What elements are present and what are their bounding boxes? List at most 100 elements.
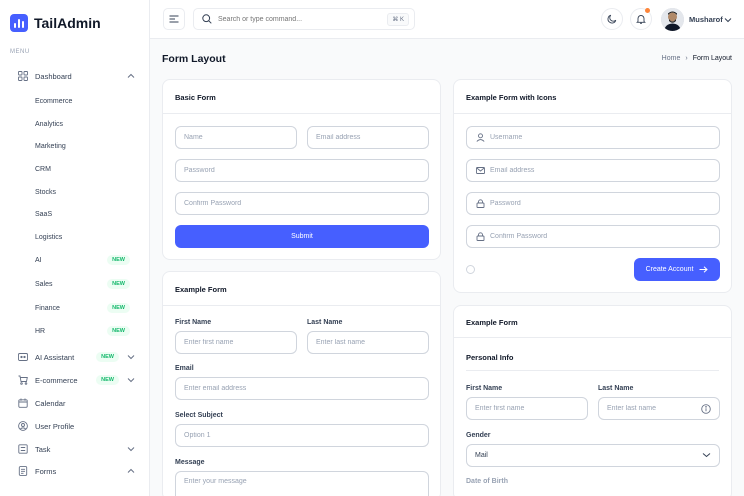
email-field[interactable] (175, 377, 429, 400)
sidebar-subitem-ai[interactable]: AI NEW (35, 253, 135, 267)
first-name-input[interactable] (475, 405, 587, 412)
sidebar-subitem-ecommerce[interactable]: Ecommerce (35, 94, 135, 108)
info-icon (701, 404, 711, 416)
breadcrumb-home-link[interactable]: Home (662, 55, 681, 62)
first-name-field[interactable] (175, 331, 297, 354)
submit-button[interactable]: Submit (175, 225, 429, 248)
notification-dot (645, 8, 650, 13)
sidebar-item-task[interactable]: Task (17, 441, 135, 457)
user-name[interactable]: Musharof (689, 15, 723, 24)
username-input[interactable] (490, 134, 719, 141)
icon-form-card: Example Form with Icons Create Account (453, 79, 732, 293)
example-form-card-right: Example Form Personal Info First Name La… (453, 305, 732, 496)
sidebar-subitem-analytics[interactable]: Analytics (35, 117, 135, 131)
sidebar-subitem-label: Sales (35, 280, 53, 288)
divider (454, 113, 731, 114)
email-field[interactable] (307, 126, 429, 149)
breadcrumb-current: Form Layout (692, 55, 732, 62)
message-field[interactable] (175, 471, 429, 496)
sidebar-subitem-label: CRM (35, 165, 51, 173)
chevron-down-icon[interactable] (724, 16, 732, 25)
notifications-button[interactable] (630, 8, 652, 30)
last-name-label: Last Name (307, 319, 343, 326)
email-field[interactable] (466, 159, 720, 182)
sidebar-item-ai-assistant[interactable]: AI Assistant NEW (17, 349, 135, 365)
bell-icon (636, 15, 646, 24)
basic-form-card: Basic Form Submit (162, 79, 441, 260)
sidebar-subitem-sales[interactable]: Sales NEW (35, 277, 135, 291)
sidebar-item-calendar[interactable]: Calendar (17, 395, 135, 411)
sidebar-subitem-logistics[interactable]: Logistics (35, 230, 135, 244)
email-input[interactable] (490, 167, 719, 174)
subject-input[interactable] (184, 432, 428, 439)
theme-toggle-button[interactable] (601, 8, 623, 30)
sidebar-subitem-label: Ecommerce (35, 97, 73, 105)
top-header: ⌘ K Musharof (150, 0, 744, 39)
first-name-field[interactable] (466, 397, 588, 420)
page-title: Form Layout (162, 53, 226, 65)
sidebar-subitem-label: Logistics (35, 233, 63, 241)
email-input[interactable] (316, 134, 428, 141)
divider (163, 113, 440, 114)
password-field[interactable] (466, 192, 720, 215)
calendar-icon (17, 398, 28, 409)
card-title: Example Form (466, 318, 518, 327)
avatar[interactable] (661, 8, 684, 31)
card-title: Example Form (175, 285, 227, 294)
name-input[interactable] (184, 134, 296, 141)
sidebar-subitem-crm[interactable]: CRM (35, 162, 135, 176)
sidebar-subitem-stocks[interactable]: Stocks (35, 185, 135, 199)
sidebar-subitem-marketing[interactable]: Marketing (35, 139, 135, 153)
email-input[interactable] (184, 385, 428, 392)
search-icon (202, 14, 212, 24)
gender-label: Gender (466, 432, 491, 439)
menu-section-label: MENU (10, 49, 30, 55)
last-name-input[interactable] (316, 339, 428, 346)
message-label: Message (175, 459, 205, 466)
confirm-password-input[interactable] (490, 233, 719, 240)
remember-checkbox[interactable] (466, 265, 475, 274)
last-name-input[interactable] (607, 405, 697, 412)
sidebar-item-user-profile[interactable]: User Profile (17, 418, 135, 434)
logo[interactable]: TailAdmin (10, 14, 101, 32)
password-input[interactable] (184, 167, 428, 174)
example-form-card: Example Form First Name Last Name Email … (162, 271, 441, 496)
sidebar: TailAdmin MENU Dashboard Ecommerce Analy… (0, 0, 150, 496)
email-label: Email (175, 365, 194, 372)
ai-assistant-icon (17, 352, 28, 363)
sidebar-subitem-finance[interactable]: Finance NEW (35, 301, 135, 315)
last-name-field[interactable] (598, 397, 720, 420)
sidebar-item-forms[interactable]: Forms (17, 463, 135, 479)
confirm-password-input[interactable] (184, 200, 428, 207)
name-field[interactable] (175, 126, 297, 149)
lock-icon (475, 199, 485, 209)
first-name-input[interactable] (184, 339, 296, 346)
message-input[interactable] (184, 478, 428, 485)
username-field[interactable] (466, 126, 720, 149)
first-name-label: First Name (466, 385, 503, 392)
search-bar[interactable]: ⌘ K (193, 8, 415, 30)
last-name-label: Last Name (598, 385, 634, 392)
last-name-field[interactable] (307, 331, 429, 354)
divider (454, 337, 731, 338)
user-circle-icon (17, 421, 28, 432)
card-title: Example Form with Icons (466, 93, 557, 102)
sidebar-item-dashboard[interactable]: Dashboard (17, 68, 135, 84)
sidebar-item-ecommerce[interactable]: E-commerce NEW (17, 372, 135, 388)
password-field[interactable] (175, 159, 429, 182)
mail-icon (475, 166, 485, 176)
menu-toggle-button[interactable] (163, 8, 185, 30)
arrow-right-icon (699, 266, 709, 273)
create-account-button[interactable]: Create Account (634, 258, 720, 281)
password-input[interactable] (490, 200, 719, 207)
gender-select[interactable]: Mail (466, 444, 720, 467)
confirm-password-field[interactable] (466, 225, 720, 248)
confirm-password-field[interactable] (175, 192, 429, 215)
sidebar-subitem-saas[interactable]: SaaS (35, 207, 135, 221)
search-input[interactable] (218, 15, 378, 23)
subject-field[interactable] (175, 424, 429, 447)
subject-label: Select Subject (175, 412, 223, 419)
create-account-label: Create Account (645, 266, 694, 273)
logo-text: TailAdmin (34, 15, 101, 31)
sidebar-subitem-hr[interactable]: HR NEW (35, 324, 135, 338)
